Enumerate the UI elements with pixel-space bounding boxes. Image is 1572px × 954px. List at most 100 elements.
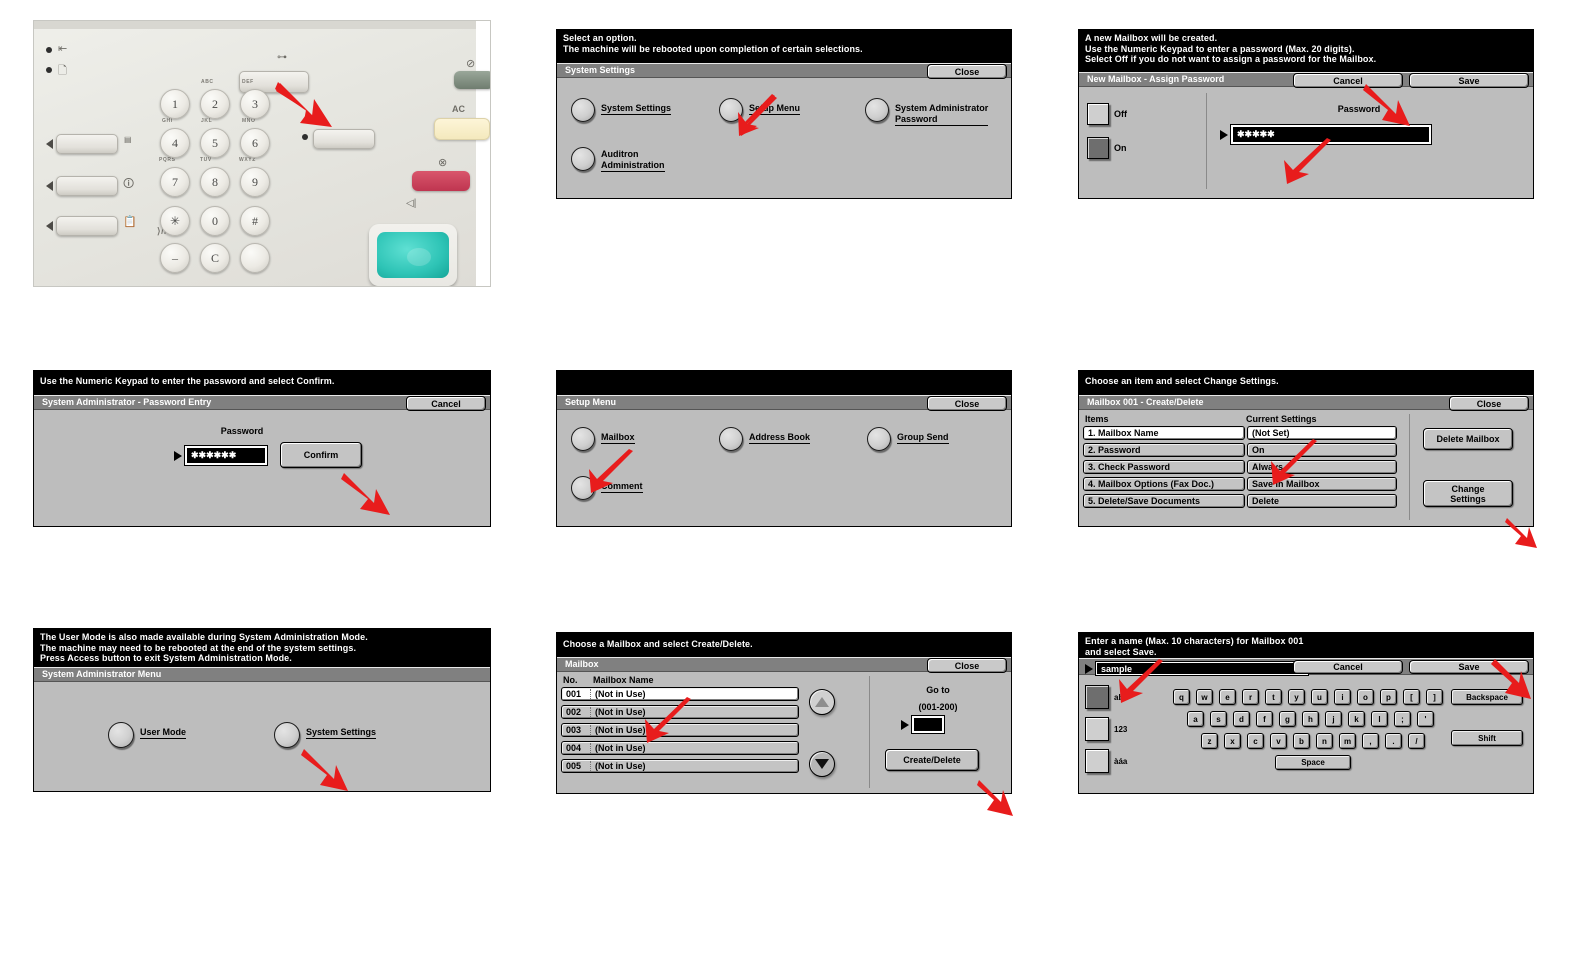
key-r[interactable]: r bbox=[1242, 689, 1259, 705]
function-key-2[interactable] bbox=[56, 176, 118, 196]
radio-circle-icon[interactable] bbox=[274, 722, 300, 748]
confirm-button[interactable]: Confirm bbox=[280, 442, 362, 468]
key-s[interactable]: s bbox=[1210, 711, 1227, 727]
setting-row-value[interactable]: On bbox=[1247, 443, 1397, 457]
key-t[interactable]: t bbox=[1265, 689, 1282, 705]
key-z[interactable]: z bbox=[1201, 733, 1218, 749]
radio-circle-icon[interactable] bbox=[571, 98, 595, 122]
mode-accent-icon[interactable] bbox=[1085, 749, 1109, 773]
setting-row-value[interactable]: Save in Mailbox bbox=[1247, 477, 1397, 491]
paper-supply-button[interactable] bbox=[313, 129, 375, 149]
key-i[interactable]: i bbox=[1334, 689, 1351, 705]
key-][interactable]: ] bbox=[1426, 689, 1443, 705]
cancel-button[interactable]: Cancel bbox=[406, 396, 486, 411]
key-n[interactable]: n bbox=[1316, 733, 1333, 749]
numeric-key-0[interactable]: 0 bbox=[200, 206, 230, 236]
key-e[interactable]: e bbox=[1219, 689, 1236, 705]
numeric-key-dialmode[interactable] bbox=[240, 243, 270, 273]
key-h[interactable]: h bbox=[1302, 711, 1319, 727]
radio-circle-icon[interactable] bbox=[867, 427, 891, 451]
function-key-3[interactable] bbox=[56, 216, 118, 236]
key-f[interactable]: f bbox=[1256, 711, 1273, 727]
option-mailbox[interactable]: Mailbox bbox=[571, 427, 635, 451]
mode-abc-icon[interactable] bbox=[1085, 685, 1109, 709]
key-c[interactable]: c bbox=[1247, 733, 1264, 749]
mailbox-row[interactable]: 001 (Not in Use) bbox=[561, 687, 799, 701]
numeric-key-6[interactable]: 6 bbox=[240, 128, 270, 158]
key-x[interactable]: x bbox=[1224, 733, 1241, 749]
setting-row-value[interactable]: Delete bbox=[1247, 494, 1397, 508]
name-field-group[interactable]: sample bbox=[1085, 661, 1309, 676]
key-p[interactable]: p bbox=[1380, 689, 1397, 705]
key-[[interactable]: [ bbox=[1403, 689, 1420, 705]
option-setup-menu[interactable]: Setup Menu bbox=[719, 98, 800, 122]
mode-abc[interactable]: abc bbox=[1085, 685, 1128, 709]
key-'[interactable]: ' bbox=[1417, 711, 1434, 727]
cancel-button[interactable]: Cancel bbox=[1293, 660, 1403, 674]
power-saver-button[interactable] bbox=[454, 71, 490, 89]
numeric-key-2[interactable]: 2 bbox=[200, 89, 230, 119]
option-system-administrator-password[interactable]: System Administrator Password bbox=[865, 98, 989, 126]
radio-circle-icon[interactable] bbox=[108, 722, 134, 748]
mode-123[interactable]: 123 bbox=[1085, 717, 1127, 741]
numeric-key-8[interactable]: 8 bbox=[200, 167, 230, 197]
setting-row-item[interactable]: 5. Delete/Save Documents bbox=[1083, 494, 1245, 508]
setting-row-value[interactable]: (Not Set) bbox=[1247, 426, 1397, 440]
all-clear-button[interactable] bbox=[434, 118, 490, 140]
key-g[interactable]: g bbox=[1279, 711, 1296, 727]
save-button[interactable]: Save bbox=[1409, 73, 1529, 88]
close-button[interactable]: Close bbox=[1449, 396, 1529, 411]
password-field-group[interactable]: ✱✱✱✱✱ bbox=[1220, 124, 1432, 145]
goto-field-group[interactable] bbox=[901, 715, 945, 734]
create-delete-button[interactable]: Create/Delete bbox=[885, 749, 979, 771]
space-key[interactable]: Space bbox=[1275, 755, 1351, 770]
numeric-key-3[interactable]: 3 bbox=[240, 89, 270, 119]
key-.[interactable]: . bbox=[1385, 733, 1402, 749]
key-;[interactable]: ; bbox=[1394, 711, 1411, 727]
checkbox-off-icon[interactable] bbox=[1087, 103, 1109, 125]
key-a[interactable]: a bbox=[1187, 711, 1204, 727]
numeric-key-hash[interactable]: # bbox=[240, 206, 270, 236]
numeric-key-5[interactable]: 5 bbox=[200, 128, 230, 158]
mode-123-icon[interactable] bbox=[1085, 717, 1109, 741]
radio-circle-icon[interactable] bbox=[719, 98, 743, 122]
name-input[interactable]: sample bbox=[1095, 661, 1309, 676]
setting-row-item[interactable]: 3. Check Password bbox=[1083, 460, 1245, 474]
password-input[interactable]: ✱✱✱✱✱✱ bbox=[184, 445, 268, 466]
radio-circle-icon[interactable] bbox=[571, 427, 595, 451]
numeric-key-clear[interactable]: C bbox=[200, 243, 230, 273]
close-button[interactable]: Close bbox=[927, 64, 1007, 79]
numeric-key-9[interactable]: 9 bbox=[240, 167, 270, 197]
key-u[interactable]: u bbox=[1311, 689, 1328, 705]
key-/[interactable]: / bbox=[1408, 733, 1425, 749]
option-group-send[interactable]: Group Send bbox=[867, 427, 949, 451]
mailbox-row[interactable]: 005 (Not in Use) bbox=[561, 759, 799, 773]
radio-circle-icon[interactable] bbox=[719, 427, 743, 451]
numeric-key-7[interactable]: 7 bbox=[160, 167, 190, 197]
stop-button[interactable] bbox=[412, 171, 470, 191]
mailbox-row[interactable]: 003 (Not in Use) bbox=[561, 723, 799, 737]
function-key-1[interactable] bbox=[56, 134, 118, 154]
setting-row-item[interactable]: 1. Mailbox Name bbox=[1083, 426, 1245, 440]
key-,[interactable]: , bbox=[1362, 733, 1379, 749]
cancel-button[interactable]: Cancel bbox=[1293, 73, 1403, 88]
goto-input[interactable] bbox=[911, 715, 945, 734]
shift-key[interactable]: Shift bbox=[1451, 730, 1523, 746]
key-l[interactable]: l bbox=[1371, 711, 1388, 727]
numeric-key-asterisk[interactable]: ✳ bbox=[160, 206, 190, 236]
scroll-up-button[interactable] bbox=[809, 689, 835, 715]
option-system-settings[interactable]: System Settings bbox=[571, 98, 672, 122]
option-user-mode[interactable]: User Mode bbox=[108, 722, 187, 748]
key-w[interactable]: w bbox=[1196, 689, 1213, 705]
numeric-key-1[interactable]: 1 bbox=[160, 89, 190, 119]
close-button[interactable]: Close bbox=[927, 658, 1007, 673]
close-button[interactable]: Close bbox=[927, 396, 1007, 411]
option-comment[interactable]: Comment bbox=[571, 476, 643, 500]
option-on[interactable]: On bbox=[1087, 137, 1127, 159]
checkbox-on-icon[interactable] bbox=[1087, 137, 1109, 159]
delete-mailbox-button[interactable]: Delete Mailbox bbox=[1423, 428, 1513, 450]
save-button[interactable]: Save bbox=[1409, 660, 1529, 674]
start-button[interactable] bbox=[369, 224, 457, 286]
option-off[interactable]: Off bbox=[1087, 103, 1127, 125]
option-auditron-administration[interactable]: Auditron Administration bbox=[571, 147, 665, 172]
